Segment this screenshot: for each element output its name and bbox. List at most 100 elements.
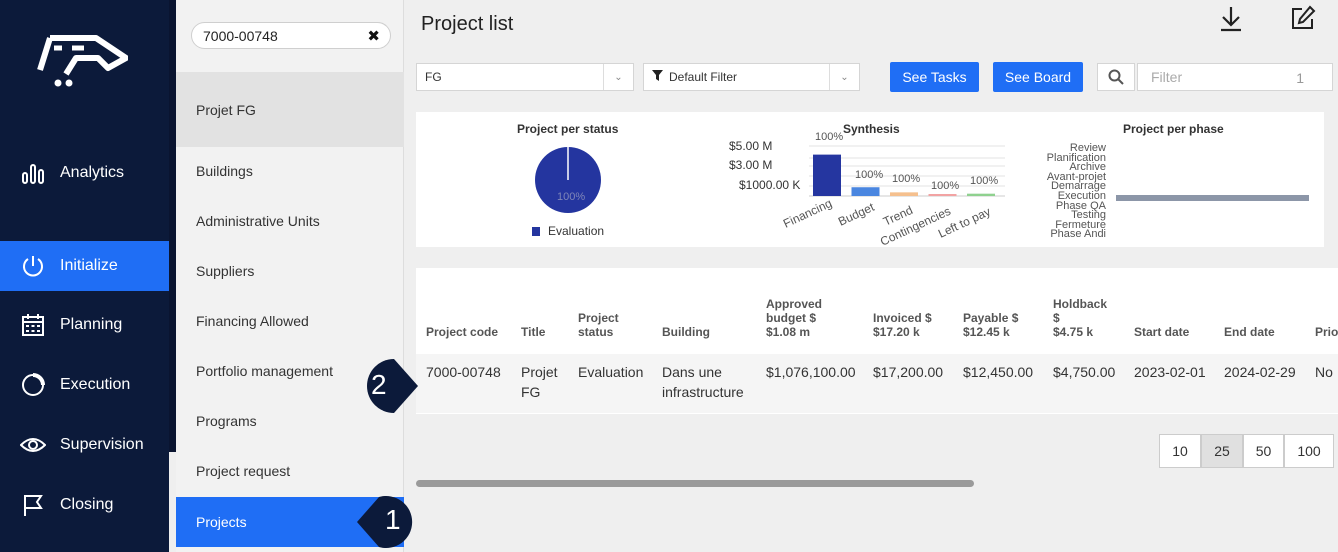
table-cell: 2023-02-01 bbox=[1134, 362, 1206, 382]
column-header-line: Approved bbox=[766, 297, 823, 311]
calendar-icon bbox=[20, 312, 46, 338]
charts-panel: Project per status 100% Evaluation Synth… bbox=[416, 112, 1324, 249]
column-header[interactable]: Approved budget $ $1.08 m bbox=[766, 297, 822, 339]
status-pie-chart[interactable] bbox=[534, 146, 604, 216]
column-header-line: $4.75 k bbox=[1053, 325, 1094, 339]
table-row[interactable]: 7000-00748 Projet FG Evaluation Dans une infr… bbox=[416, 354, 1338, 413]
nav-item-initialize[interactable]: Initialize bbox=[0, 241, 169, 291]
app-logo[interactable] bbox=[36, 30, 129, 95]
page-size-10[interactable]: 10 bbox=[1159, 434, 1201, 468]
nav-item-execution[interactable]: Execution bbox=[0, 360, 169, 410]
callout-number: 1 bbox=[385, 504, 401, 535]
synthesis-bar-contingencies[interactable] bbox=[928, 194, 957, 196]
synthesis-bar-left-to-pay[interactable] bbox=[967, 193, 995, 196]
column-header-line: Invoiced $ bbox=[873, 311, 932, 325]
table-cell: $17,200.00 bbox=[873, 362, 943, 382]
nav-label: Closing bbox=[60, 496, 114, 513]
column-header-line: Holdback bbox=[1053, 297, 1108, 311]
synthesis-bar-chart[interactable] bbox=[809, 142, 1009, 198]
table-cell-line: 7000-00748 bbox=[426, 364, 501, 380]
column-header-line: Project code bbox=[426, 325, 499, 339]
nav-label: Planning bbox=[60, 316, 123, 333]
column-header[interactable]: End date bbox=[1224, 325, 1275, 339]
table-cell-line: $1,076,100.00 bbox=[766, 364, 856, 380]
page-size-100[interactable]: 100 bbox=[1284, 434, 1334, 468]
panel-item-project-request[interactable]: Project request bbox=[176, 446, 404, 496]
nav-item-analytics[interactable]: Analytics bbox=[0, 148, 169, 198]
flag-icon bbox=[20, 492, 46, 518]
bar-value-label: 100% bbox=[970, 175, 999, 187]
panel-item-suppliers[interactable]: Suppliers bbox=[176, 246, 404, 296]
bar-chart-icon bbox=[20, 160, 46, 186]
nav-item-supervision[interactable]: Supervision bbox=[0, 420, 169, 470]
project-search-value: 7000-00748 bbox=[203, 27, 278, 44]
see-board-button[interactable]: See Board bbox=[993, 62, 1083, 92]
synthesis-chart-title: Synthesis bbox=[843, 122, 900, 136]
see-tasks-button[interactable]: See Tasks bbox=[890, 62, 979, 92]
column-header[interactable]: Prio bbox=[1315, 325, 1338, 339]
status-chart-title: Project per status bbox=[517, 122, 619, 136]
clear-icon[interactable]: ✖ bbox=[367, 27, 380, 45]
horizontal-scrollbar[interactable] bbox=[416, 480, 974, 487]
nav-item-planning[interactable]: Planning bbox=[0, 300, 169, 350]
selected-project[interactable]: Projet FG bbox=[176, 72, 404, 147]
column-header[interactable]: Holdback $ $4.75 k bbox=[1053, 297, 1107, 339]
legend-label: Evaluation bbox=[548, 224, 605, 238]
chevron-down-icon: ⌄ bbox=[829, 64, 859, 90]
synthesis-bar-trend[interactable] bbox=[890, 192, 918, 196]
nav-scrollbar[interactable] bbox=[169, 0, 176, 452]
table-cell: $1,076,100.00 bbox=[766, 362, 856, 382]
column-header-line: budget $ bbox=[766, 311, 816, 325]
panel-item-buildings[interactable]: Buildings bbox=[176, 146, 404, 196]
column-header[interactable]: Project status bbox=[578, 311, 619, 339]
column-header-line: Start date bbox=[1134, 325, 1190, 339]
column-header-line: $17.20 k bbox=[873, 325, 920, 339]
progress-circle-icon bbox=[20, 372, 46, 398]
main-content: Project list FG ⌄ Default Filter ⌄ See T… bbox=[405, 0, 1338, 552]
column-header-line: $ bbox=[1053, 311, 1060, 325]
column-header[interactable]: Invoiced $ $17.20 k bbox=[873, 311, 932, 339]
filter-select[interactable]: Default Filter ⌄ bbox=[643, 63, 860, 91]
nav-label: Initialize bbox=[60, 257, 118, 274]
eye-icon bbox=[20, 432, 46, 458]
project-select-value: FG bbox=[425, 70, 442, 84]
column-header-line: Prio bbox=[1315, 325, 1338, 339]
table-cell: 7000-00748 bbox=[426, 362, 501, 382]
download-icon[interactable] bbox=[1218, 5, 1244, 33]
nav-label: Supervision bbox=[60, 436, 144, 453]
nav-label: Analytics bbox=[60, 164, 125, 181]
panel-item-administrative-units[interactable]: Administrative Units bbox=[176, 196, 404, 246]
projects-table: Project code Title Project status Building Ap… bbox=[416, 268, 1338, 414]
phase-bar[interactable] bbox=[1116, 195, 1309, 201]
synthesis-bar-budget[interactable] bbox=[851, 187, 880, 196]
bar-value-label: 100% bbox=[892, 173, 921, 185]
table-cell-line: FG bbox=[521, 384, 541, 400]
column-header-line: Payable $ bbox=[963, 311, 1019, 325]
status-legend[interactable]: Evaluation bbox=[532, 224, 604, 238]
table-cell: No bbox=[1315, 362, 1333, 382]
project-select[interactable]: FG ⌄ bbox=[416, 63, 634, 91]
search-icon[interactable] bbox=[1097, 63, 1135, 91]
project-search-input[interactable]: 7000-00748 ✖ bbox=[191, 22, 391, 49]
nav-item-closing[interactable]: Closing bbox=[0, 480, 169, 530]
table-cell-line: 2024-02-29 bbox=[1224, 364, 1296, 380]
synthesis-bar-financing[interactable] bbox=[813, 154, 841, 196]
column-header[interactable]: Building bbox=[662, 325, 710, 339]
panel-item-financing-allowed[interactable]: Financing Allowed bbox=[176, 296, 404, 346]
page-size-50[interactable]: 50 bbox=[1243, 434, 1284, 468]
table-cell-line: 2023-02-01 bbox=[1134, 364, 1206, 380]
page-size-25[interactable]: 25 bbox=[1201, 434, 1243, 468]
column-header-line: Building bbox=[662, 325, 710, 339]
column-header-line: Project bbox=[578, 311, 619, 325]
phase-axis-labels: Review Planification Archive Avant-proje… bbox=[1016, 143, 1106, 240]
column-header[interactable]: Start date bbox=[1134, 325, 1189, 339]
table-cell: Evaluation bbox=[578, 362, 643, 382]
column-header[interactable]: Project code bbox=[426, 325, 498, 339]
y-tick-label: $3.00 M bbox=[729, 158, 773, 172]
filter-count: 1 bbox=[1296, 70, 1304, 86]
bar-value-label: 100% bbox=[931, 180, 960, 192]
filter-input[interactable]: Filter 1 bbox=[1137, 63, 1333, 91]
column-header[interactable]: Payable $ $12.45 k bbox=[963, 311, 1018, 339]
edit-icon[interactable] bbox=[1290, 5, 1316, 31]
column-header[interactable]: Title bbox=[521, 325, 545, 339]
